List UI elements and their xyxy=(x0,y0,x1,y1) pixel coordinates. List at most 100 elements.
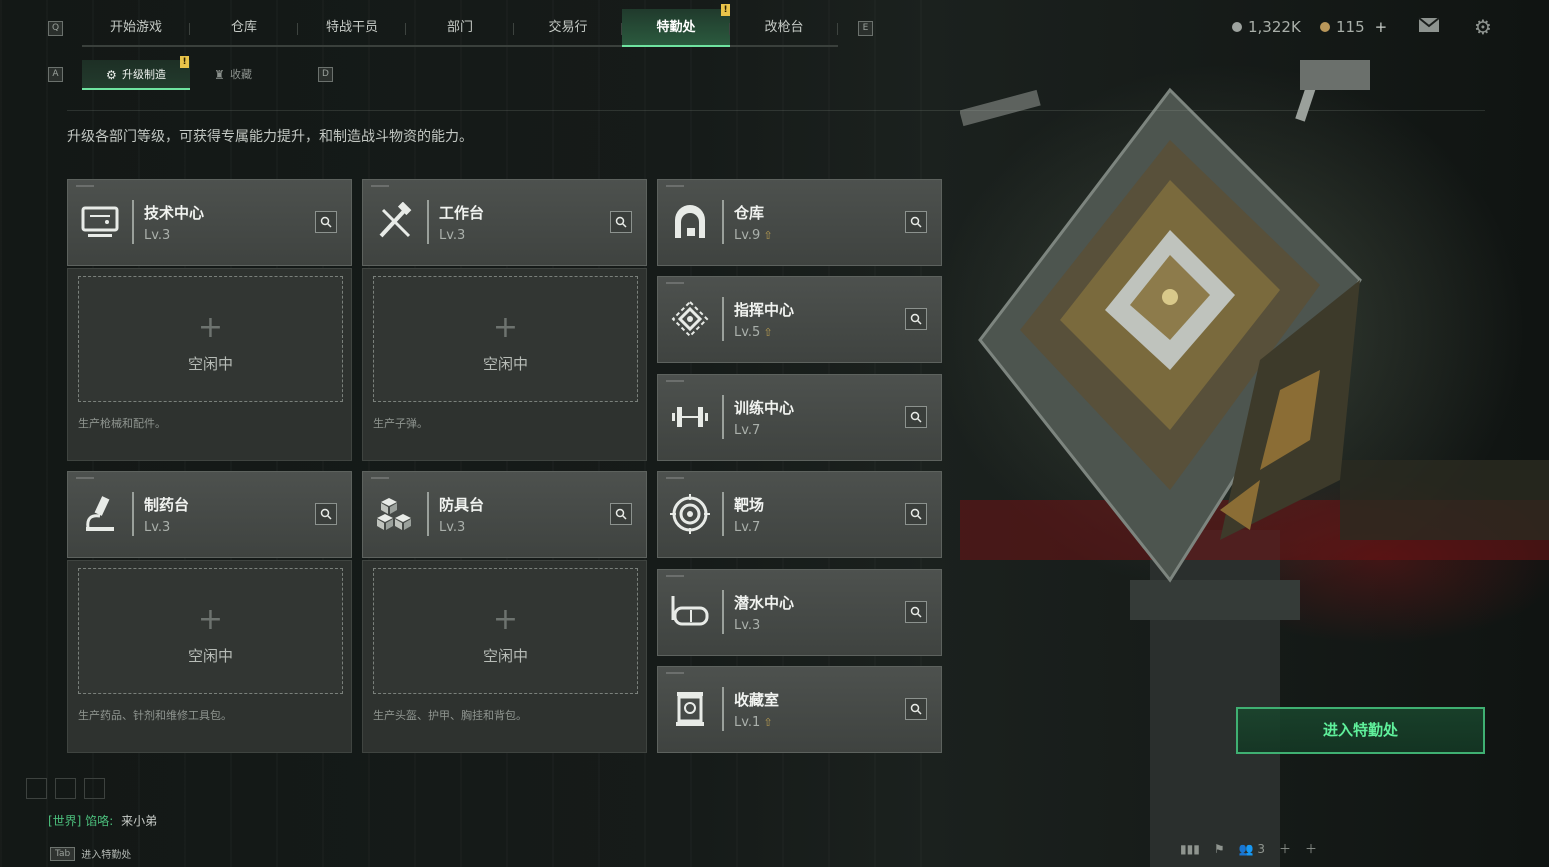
add-slot-icon[interactable]: ＋ xyxy=(1279,840,1291,857)
department-name: 收藏室 xyxy=(734,691,780,709)
silver-coin-icon xyxy=(1232,22,1242,32)
card-decoration xyxy=(666,185,684,187)
search-icon[interactable] xyxy=(610,503,632,525)
search-icon[interactable] xyxy=(905,601,927,623)
tab-warehouse[interactable]: 仓库 xyxy=(190,9,298,47)
department-card-collection-room[interactable]: 收藏室 Lv.1 ⇧ xyxy=(657,666,942,753)
subtab-upgrade-craft-label: 升级制造 xyxy=(122,68,166,81)
station-name: 防具台 xyxy=(439,496,485,514)
quick-slot[interactable] xyxy=(26,778,47,799)
department-level: Lv.5 ⇧ xyxy=(734,325,773,340)
search-icon[interactable] xyxy=(315,211,337,233)
chat-sender: 馅咯: xyxy=(85,814,114,828)
nav-right-key-hint: E xyxy=(858,21,873,36)
page-description: 升级各部门等级，可获得专属能力提升，和制造战斗物资的能力。 xyxy=(67,129,473,145)
station-card-workbench[interactable]: 工作台 Lv.3 xyxy=(362,179,647,266)
gold-add-button[interactable]: + xyxy=(1375,18,1388,36)
subtab-upgrade-craft[interactable]: ⚙ 升级制造 ! xyxy=(82,56,190,90)
department-card-shooting-range[interactable]: 靶场 Lv.7 xyxy=(657,471,942,558)
plus-icon: + xyxy=(197,310,224,345)
card-decoration xyxy=(76,185,94,187)
production-slot-tech-center[interactable]: + 空闲中 生产枪械和配件。 xyxy=(67,268,352,461)
upgrade-arrow-icon: ⇧ xyxy=(763,229,773,242)
slot-dashed-area: + 空闲中 xyxy=(78,276,343,402)
slot-dashed-area: + 空闲中 xyxy=(373,276,638,402)
department-name: 指挥中心 xyxy=(734,301,795,319)
command-icon xyxy=(668,297,712,341)
diving-mask-icon xyxy=(668,590,712,634)
station-name: 制药台 xyxy=(144,496,190,514)
tools-icon xyxy=(373,200,417,244)
plus-icon: + xyxy=(197,602,224,637)
mail-icon[interactable] xyxy=(1418,16,1440,38)
subnav-left-key-hint: A xyxy=(48,67,63,82)
station-card-armor-bench[interactable]: 防具台 Lv.3 xyxy=(362,471,647,558)
plus-icon: + xyxy=(492,602,519,637)
tab-special-ops[interactable]: 特勤处 ! xyxy=(622,4,730,47)
station-card-pharmacy[interactable]: 制药台 Lv.3 xyxy=(67,471,352,558)
enter-special-ops-button[interactable]: 进入特勤处 xyxy=(1236,707,1485,754)
subtab-collection[interactable]: ♜ 收藏 xyxy=(190,60,298,90)
slot-description: 生产子弹。 xyxy=(373,417,428,430)
tab-key-label: 进入特勤处 xyxy=(81,850,132,861)
slot-dashed-area: + 空闲中 xyxy=(78,568,343,694)
collection-icon: ♜ xyxy=(214,68,225,82)
subtab-upgrade-badge: ! xyxy=(180,56,189,68)
card-separator xyxy=(722,395,724,439)
department-level: Lv.9 ⇧ xyxy=(734,228,773,243)
department-level: Lv.1 ⇧ xyxy=(734,715,773,730)
department-card-diving-center[interactable]: 潜水中心 Lv.3 xyxy=(657,569,942,656)
chat-message[interactable]: [世界] 馅咯: 来小弟 xyxy=(48,812,157,829)
department-card-warehouse[interactable]: 仓库 Lv.9 ⇧ xyxy=(657,179,942,266)
friends-icon[interactable]: 👥 3 xyxy=(1239,842,1265,856)
department-level-value: Lv.5 xyxy=(734,325,761,340)
silver-amount: 1,322K xyxy=(1248,18,1301,36)
slot-description: 生产枪械和配件。 xyxy=(78,417,166,430)
gold-coin-icon xyxy=(1320,22,1330,32)
production-slot-workbench[interactable]: + 空闲中 生产子弹。 xyxy=(362,268,647,461)
search-icon[interactable] xyxy=(610,211,632,233)
search-icon[interactable] xyxy=(905,211,927,233)
station-level: Lv.3 xyxy=(439,228,466,243)
search-icon[interactable] xyxy=(905,308,927,330)
production-slot-armor-bench[interactable]: + 空闲中 生产头盔、护甲、胸挂和背包。 xyxy=(362,560,647,753)
department-card-command-center[interactable]: 指挥中心 Lv.5 ⇧ xyxy=(657,276,942,363)
station-level: Lv.3 xyxy=(144,228,171,243)
department-card-training-center[interactable]: 训练中心 Lv.7 xyxy=(657,374,942,461)
card-decoration xyxy=(76,477,94,479)
search-icon[interactable] xyxy=(905,503,927,525)
craft-icon: ⚙ xyxy=(106,68,117,82)
tab-departments[interactable]: 部门 xyxy=(406,9,514,47)
tab-trading[interactable]: 交易行 xyxy=(514,9,622,47)
tab-start-game[interactable]: 开始游戏 xyxy=(82,9,190,47)
card-separator xyxy=(722,687,724,731)
quick-slot[interactable] xyxy=(84,778,105,799)
card-decoration xyxy=(666,575,684,577)
add-slot-icon[interactable]: ＋ xyxy=(1305,840,1317,857)
tab-key-hint[interactable]: Tab 进入特勤处 xyxy=(50,846,131,861)
upgrade-arrow-icon: ⇧ xyxy=(763,326,773,339)
station-level: Lv.3 xyxy=(439,520,466,535)
search-icon[interactable] xyxy=(905,698,927,720)
settings-gear-icon[interactable]: ⚙ xyxy=(1472,16,1494,38)
department-level: Lv.7 xyxy=(734,423,761,438)
friends-count: 3 xyxy=(1257,841,1265,856)
plus-icon: + xyxy=(492,310,519,345)
top-navigation: Q 开始游戏 仓库 特战干员 部门 交易行 特勤处 ! 改枪台 E 1,322K… xyxy=(0,0,1549,50)
slot-dashed-area: + 空闲中 xyxy=(373,568,638,694)
target-icon xyxy=(668,492,712,536)
production-slot-pharmacy[interactable]: + 空闲中 生产药品、针剂和维修工具包。 xyxy=(67,560,352,753)
department-name: 靶场 xyxy=(734,496,765,514)
stats-icon[interactable]: ▮▮▮ xyxy=(1180,842,1200,856)
tab-key: Tab xyxy=(50,846,76,861)
flag-icon[interactable]: ⚑ xyxy=(1214,842,1225,856)
quick-slot[interactable] xyxy=(55,778,76,799)
card-decoration xyxy=(666,380,684,382)
quick-slots xyxy=(26,778,105,799)
station-card-tech-center[interactable]: 技术中心 Lv.3 xyxy=(67,179,352,266)
tab-gunsmith[interactable]: 改枪台 xyxy=(730,9,838,47)
search-icon[interactable] xyxy=(315,503,337,525)
search-icon[interactable] xyxy=(905,406,927,428)
display-case-icon xyxy=(668,687,712,731)
tab-operators[interactable]: 特战干员 xyxy=(298,9,406,47)
